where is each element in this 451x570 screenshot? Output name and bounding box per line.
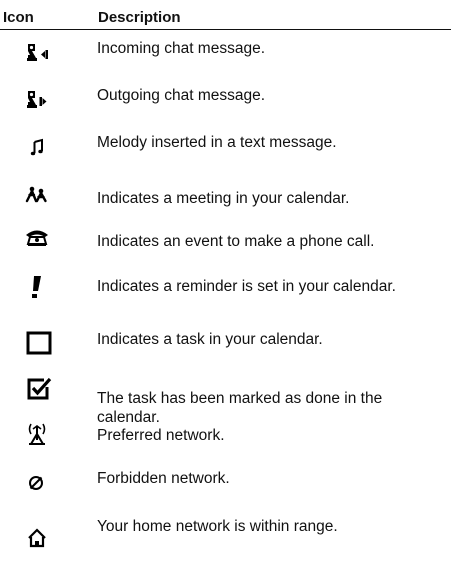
- row-description: Preferred network.: [97, 427, 225, 444]
- phone-call-icon: [20, 223, 64, 253]
- reminder-icon: [20, 272, 64, 302]
- melody-icon: [20, 132, 64, 162]
- task-done-icon: [20, 375, 64, 405]
- forbidden-network-icon: [20, 468, 64, 498]
- row-description: Forbidden network.: [97, 470, 230, 487]
- row-description: Indicates a reminder is set in your cale…: [97, 278, 396, 295]
- row-description: Indicates a meeting in your calendar.: [97, 190, 350, 207]
- incoming-chat-icon: [20, 38, 64, 68]
- row-description: Your home network is within range.: [97, 518, 338, 535]
- row-description: The task has been marked as done in the …: [97, 390, 383, 426]
- icon-column-header: Icon: [3, 9, 34, 26]
- row-description: Indicates an event to make a phone call.: [97, 233, 375, 250]
- preferred-network-icon: [20, 420, 64, 450]
- header-divider: [0, 29, 451, 30]
- home-network-icon: [20, 524, 64, 554]
- task-icon: [20, 329, 64, 359]
- meeting-icon: [20, 180, 64, 210]
- description-column-header: Description: [98, 9, 181, 26]
- row-description: Melody inserted in a text message.: [97, 134, 337, 151]
- row-description: Outgoing chat message.: [97, 87, 266, 104]
- row-description: Indicates a task in your calendar.: [97, 331, 323, 348]
- row-description: Incoming chat message.: [97, 40, 266, 57]
- outgoing-chat-icon: [20, 85, 64, 115]
